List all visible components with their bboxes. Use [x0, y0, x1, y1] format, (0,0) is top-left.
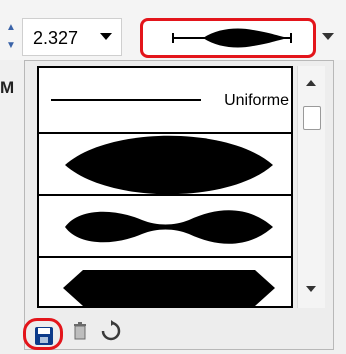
chevron-down-icon	[322, 33, 334, 40]
double-taper-profile-icon	[65, 210, 273, 244]
profile-actions	[23, 316, 325, 350]
width-profile-list: Uniforme	[37, 66, 293, 308]
profile-item-2[interactable]	[39, 194, 291, 258]
save-icon	[35, 327, 53, 345]
scroll-up-icon[interactable]	[306, 80, 316, 86]
reset-profiles-button[interactable]	[100, 320, 122, 342]
chevron-down-icon[interactable]	[100, 33, 112, 40]
profile-list-scrollbar[interactable]	[297, 66, 325, 308]
scroll-thumb[interactable]	[303, 106, 321, 130]
stroke-weight-value: 2.327	[33, 28, 79, 48]
stepper-down-icon[interactable]: ▼	[5, 38, 17, 54]
left-panel-label: M	[0, 78, 15, 97]
delete-profile-button[interactable]	[72, 321, 88, 341]
profile-item-3[interactable]	[39, 256, 291, 308]
stepper-up-icon[interactable]: ▲	[5, 20, 17, 36]
variable-width-profile-select[interactable]	[140, 18, 316, 58]
profile-item-uniform[interactable]: Uniforme	[39, 68, 291, 132]
stroke-weight-stepper[interactable]: ▲ ▼	[5, 20, 17, 58]
profile-item-1[interactable]	[39, 132, 291, 196]
hexagonal-profile-icon	[63, 270, 275, 306]
profile-item-label: Uniforme	[224, 92, 289, 109]
reset-icon	[101, 320, 121, 341]
profile-dropdown-button[interactable]	[316, 20, 340, 54]
trash-icon	[74, 322, 86, 340]
save-profile-button[interactable]	[23, 318, 63, 350]
tapered-profile-icon	[65, 135, 273, 195]
scroll-down-icon[interactable]	[306, 286, 316, 292]
stroke-weight-field[interactable]: 2.327	[22, 18, 122, 56]
width-profile-preview	[172, 28, 292, 48]
